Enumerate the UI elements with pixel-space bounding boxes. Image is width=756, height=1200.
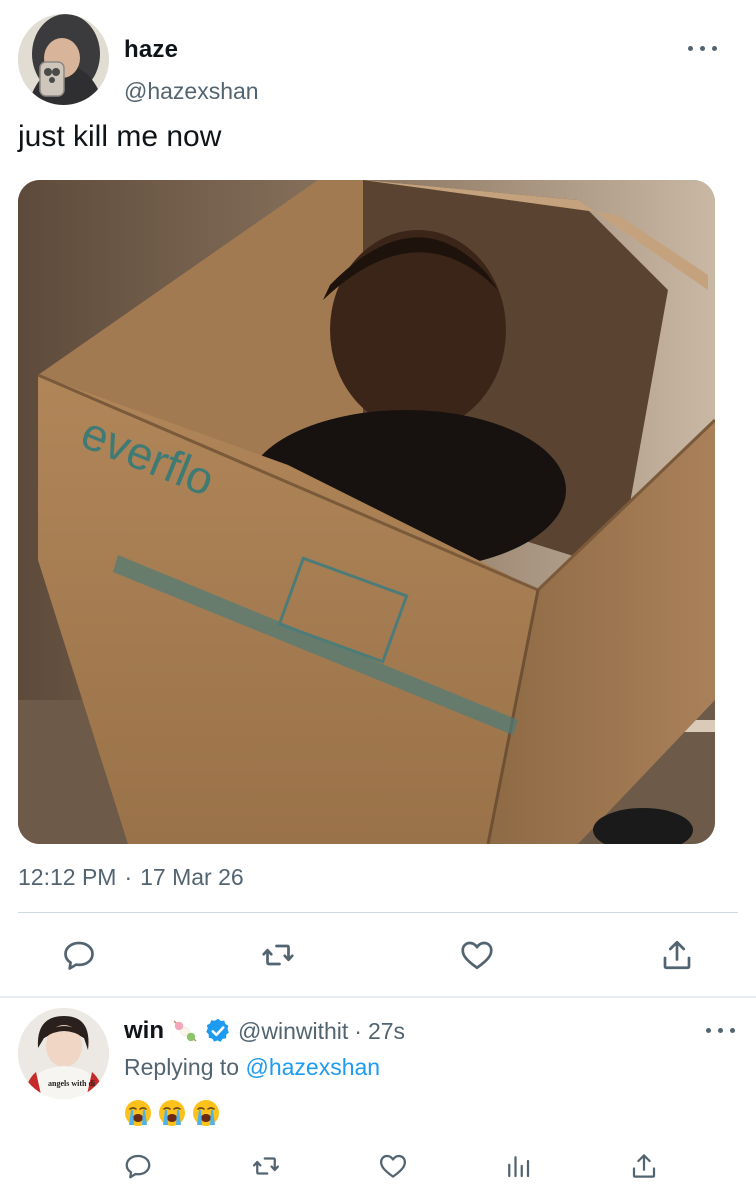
tweet-header: haze @hazexshan: [18, 14, 738, 106]
tweet-action-bar: [0, 930, 756, 982]
reply-icon: [125, 1154, 151, 1179]
reply-action-bar: [0, 1146, 756, 1190]
dango-emoji-icon: [173, 1020, 197, 1042]
tweet-time: 12:12 PM: [18, 864, 117, 890]
more-options-icon[interactable]: [688, 42, 718, 54]
reply-button[interactable]: [54, 930, 104, 980]
share-button[interactable]: [652, 930, 702, 980]
reply-reply-button[interactable]: [118, 1146, 158, 1186]
reply-analytics-button[interactable]: [498, 1146, 538, 1186]
reply-time[interactable]: 27s: [368, 1018, 405, 1045]
reply-share-button[interactable]: [624, 1146, 664, 1186]
author-avatar[interactable]: [18, 14, 109, 105]
reply-like-button[interactable]: [373, 1146, 413, 1186]
retweet-button[interactable]: [253, 930, 303, 980]
replying-to-mention[interactable]: @hazexshan: [245, 1054, 380, 1080]
reply-author-name[interactable]: win: [124, 1017, 164, 1045]
like-button[interactable]: [452, 930, 502, 980]
reply-author-avatar[interactable]: angels with di: [18, 1008, 109, 1099]
avatar-shirt-text: angels with di: [48, 1079, 96, 1088]
reply-retweet-button[interactable]: [246, 1146, 286, 1186]
photo-person-in-box: everflo: [18, 180, 715, 844]
retweet-icon: [262, 944, 294, 966]
reply-text: [124, 1099, 220, 1127]
reply-header: win @winwithit · 27s: [124, 1016, 405, 1046]
tweet-timestamp[interactable]: 12:12 PM · 17 Mar 26: [18, 864, 244, 891]
reply-avatar-image: angels with di: [18, 1008, 109, 1099]
loudly-crying-face-icon: [193, 1100, 219, 1126]
verified-badge-icon: [206, 1018, 229, 1042]
author-avatar-image: [18, 14, 109, 105]
divider: [18, 912, 738, 913]
retweet-icon: [253, 1157, 279, 1175]
share-icon: [663, 940, 691, 970]
share-icon: [632, 1154, 656, 1178]
author-handle[interactable]: @hazexshan: [124, 78, 259, 105]
reply-icon: [64, 941, 94, 970]
tweet-text: just kill me now: [18, 120, 222, 153]
timestamp-separator: ·: [124, 864, 133, 890]
loudly-crying-face-icon: [159, 1100, 185, 1126]
analytics-icon: [508, 1156, 530, 1178]
author-name[interactable]: haze: [124, 36, 178, 64]
replying-to-line: Replying to @hazexshan: [124, 1054, 380, 1081]
reply-separator: ·: [354, 1017, 362, 1044]
reply-more-options-icon[interactable]: [706, 1024, 736, 1036]
tweet-date: 17 Mar 26: [140, 864, 244, 890]
reply-tweet[interactable]: angels with di win @winwithit · 27s Repl…: [0, 998, 756, 1200]
replying-to-label: Replying to: [124, 1054, 240, 1080]
tweet-photo[interactable]: everflo: [18, 180, 715, 844]
loudly-crying-face-icon: [125, 1100, 151, 1126]
reply-author-handle[interactable]: @winwithit: [238, 1018, 348, 1045]
like-icon: [380, 1154, 406, 1178]
like-icon: [461, 941, 493, 970]
